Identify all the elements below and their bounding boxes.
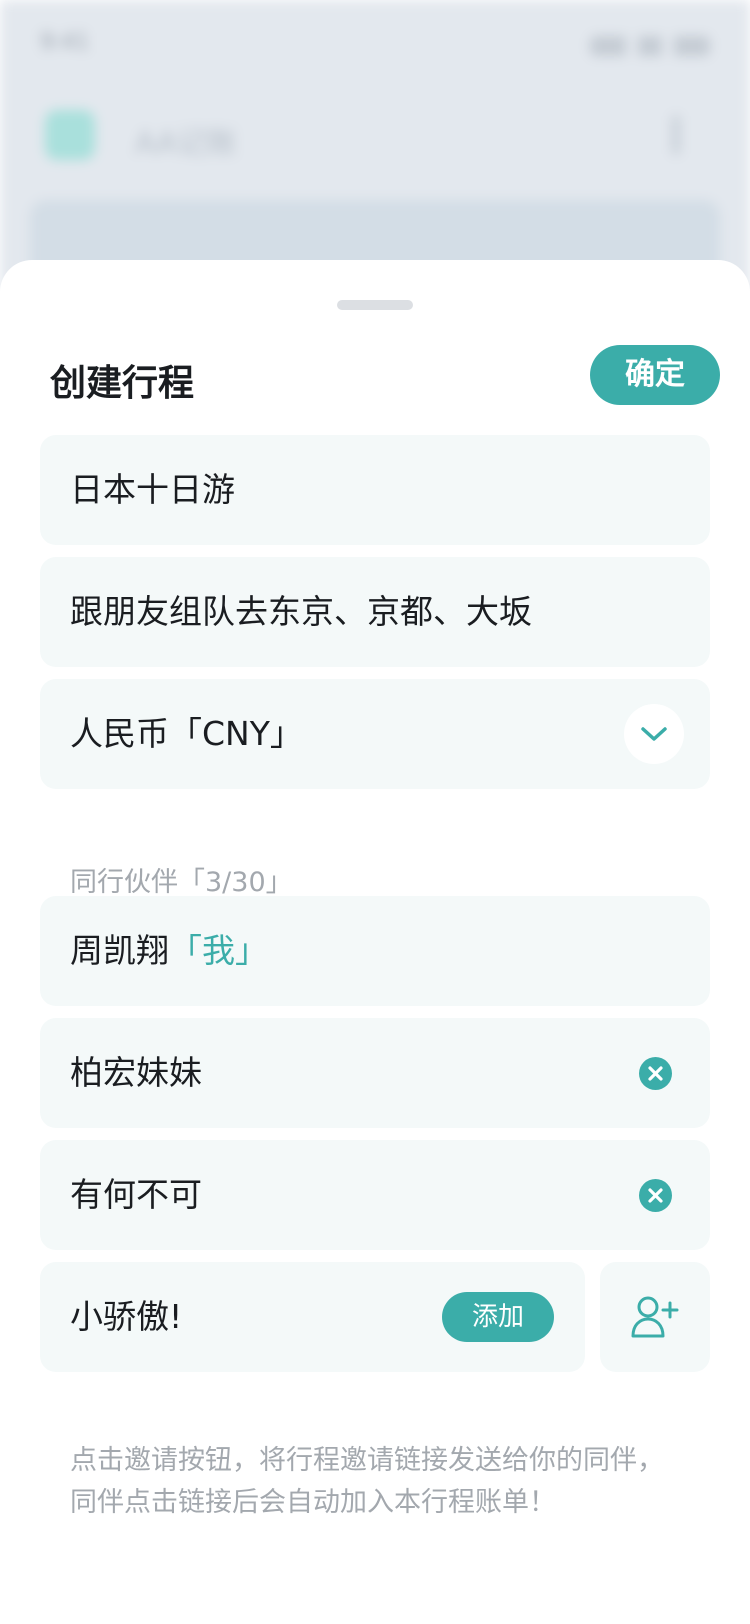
companion-name: 有何不可 [70,1175,202,1214]
currency-dropdown-button[interactable] [624,704,684,764]
currency-value: 人民币「CNY」 [70,714,303,753]
self-tag: 「我」 [169,931,268,970]
trip-name-field[interactable]: 日本十日游 [40,435,710,545]
trip-description-field[interactable]: 跟朋友组队去东京、京都、大坂 [40,557,710,667]
background-app-title: AA记账 [135,126,237,161]
sheet-grabber[interactable] [337,300,413,310]
more-icon [672,115,680,155]
add-companion-button[interactable]: 添加 [442,1292,554,1342]
new-companion-value: 小骄傲! [70,1297,183,1336]
trip-name-value: 日本十日游 [70,470,235,509]
companion-name: 柏宏妹妹 [70,1053,202,1092]
currency-select[interactable]: 人民币「CNY」 [40,679,710,789]
remove-companion-button[interactable] [639,1179,672,1212]
add-user-icon [631,1296,679,1338]
companion-item: 有何不可 [40,1140,710,1250]
status-time: 9:41 [40,30,90,55]
companion-item-self: 周凯翔「我」 [40,896,710,1006]
create-trip-sheet: 创建行程 确定 日本十日游 跟朋友组队去东京、京都、大坂 人民币「CNY」 同行… [0,260,750,1624]
companion-name: 周凯翔 [70,931,169,970]
remove-companion-button[interactable] [639,1057,672,1090]
close-circle-icon [639,1179,672,1212]
companions-label: 同行伙伴「3/30」 [70,867,293,898]
status-icons [590,36,710,56]
sheet-title: 创建行程 [50,363,195,404]
close-circle-icon [639,1057,672,1090]
app-logo [45,110,95,160]
background-app: 9:41 AA记账 [0,0,750,300]
trip-description-value: 跟朋友组队去东京、京都、大坂 [70,592,532,631]
new-companion-input[interactable]: 小骄傲! 添加 [40,1262,585,1372]
companion-item: 柏宏妹妹 [40,1018,710,1128]
invite-companion-button[interactable] [600,1262,710,1372]
confirm-button[interactable]: 确定 [590,345,720,405]
invite-hint: 点击邀请按钮，将行程邀请链接发送给你的同伴，同伴点击链接后会自动加入本行程账单！ [70,1445,664,1518]
chevron-down-icon [641,727,667,741]
